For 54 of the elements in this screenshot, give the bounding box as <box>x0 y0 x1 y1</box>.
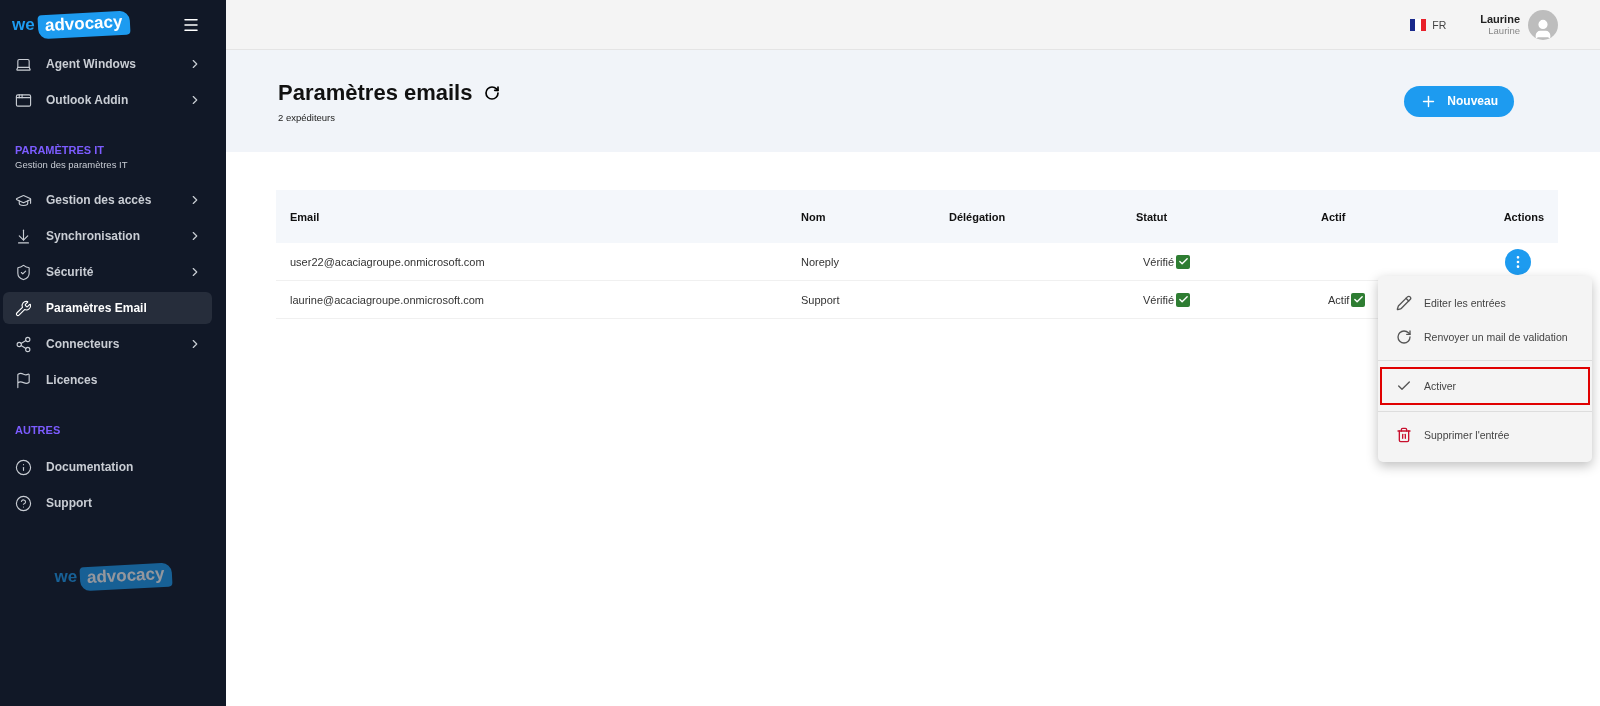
sidebar-item[interactable]: Agent Windows <box>3 48 212 80</box>
page-title: Paramètres emails <box>278 79 473 106</box>
logo-text: we <box>54 567 78 587</box>
column-header: Email <box>276 190 787 243</box>
logo-text: we <box>12 15 35 35</box>
active-text: Actif <box>1328 293 1350 306</box>
help-icon <box>15 494 32 512</box>
more-button[interactable] <box>1505 248 1531 275</box>
menu-button[interactable] <box>182 16 200 34</box>
table-cell: Noreply <box>787 243 935 281</box>
column-header: Actif <box>1307 190 1477 243</box>
flag-icon <box>1410 18 1427 31</box>
column-header: Statut <box>1122 190 1307 243</box>
language-label[interactable]: FR <box>1432 18 1447 31</box>
pencil-icon <box>1396 295 1412 311</box>
menu-item[interactable]: Activer <box>1380 367 1590 405</box>
column-header: Délégation <box>935 190 1122 243</box>
user-subtitle: Laurine <box>1488 25 1520 36</box>
table-cell: user22@acaciagroupe.onmicrosoft.com <box>276 243 787 281</box>
download-icon <box>15 227 32 245</box>
shield-check-icon <box>15 263 32 281</box>
refresh-icon[interactable] <box>484 84 501 101</box>
table-cell: Support <box>787 281 935 319</box>
sidebar-item[interactable]: Sécurité <box>3 256 212 288</box>
sidebar-item[interactable]: Gestion des accès <box>3 184 212 216</box>
status-text: Vérifié <box>1143 255 1175 268</box>
sidebar-item[interactable]: Documentation <box>3 451 212 483</box>
sidebar-item[interactable]: Synchronisation <box>3 220 212 252</box>
table-cell: laurine@acaciagroupe.onmicrosoft.com <box>276 281 787 319</box>
sidebar-item[interactable]: Paramètres Email <box>3 292 212 324</box>
menu-item[interactable]: Supprimer l'entrée <box>1380 418 1590 452</box>
wrench-icon <box>15 299 32 317</box>
share-icon <box>15 335 32 353</box>
status-text: Vérifié <box>1143 293 1175 306</box>
column-header: Nom <box>787 190 935 243</box>
sidebar-item[interactable]: Support <box>3 487 212 519</box>
info-icon <box>15 458 32 476</box>
column-header: Actions <box>1477 190 1558 243</box>
section-title: PARAMÈTRES IT <box>14 144 106 156</box>
logo-badge: advocacy <box>37 10 130 40</box>
logo-badge: advocacy <box>79 562 173 592</box>
section-subtitle: Gestion des paramètres IT <box>14 159 129 170</box>
sidebar-item[interactable]: Licences <box>3 364 212 396</box>
trash-icon <box>1396 427 1412 443</box>
section-title: AUTRES <box>14 424 62 436</box>
page-subtitle: 2 expéditeurs <box>278 111 337 123</box>
sidebar-item[interactable]: Outlook Addin <box>3 84 212 116</box>
user-name: Laurine <box>1480 13 1520 25</box>
window-icon <box>15 91 32 109</box>
menu-item[interactable]: Editer les entrées <box>1380 286 1590 320</box>
sidebar-item[interactable]: Connecteurs <box>3 328 212 360</box>
menu-item[interactable]: Renvoyer un mail de validation <box>1380 320 1590 354</box>
refresh-icon <box>1396 329 1412 345</box>
flag-icon <box>15 371 32 389</box>
